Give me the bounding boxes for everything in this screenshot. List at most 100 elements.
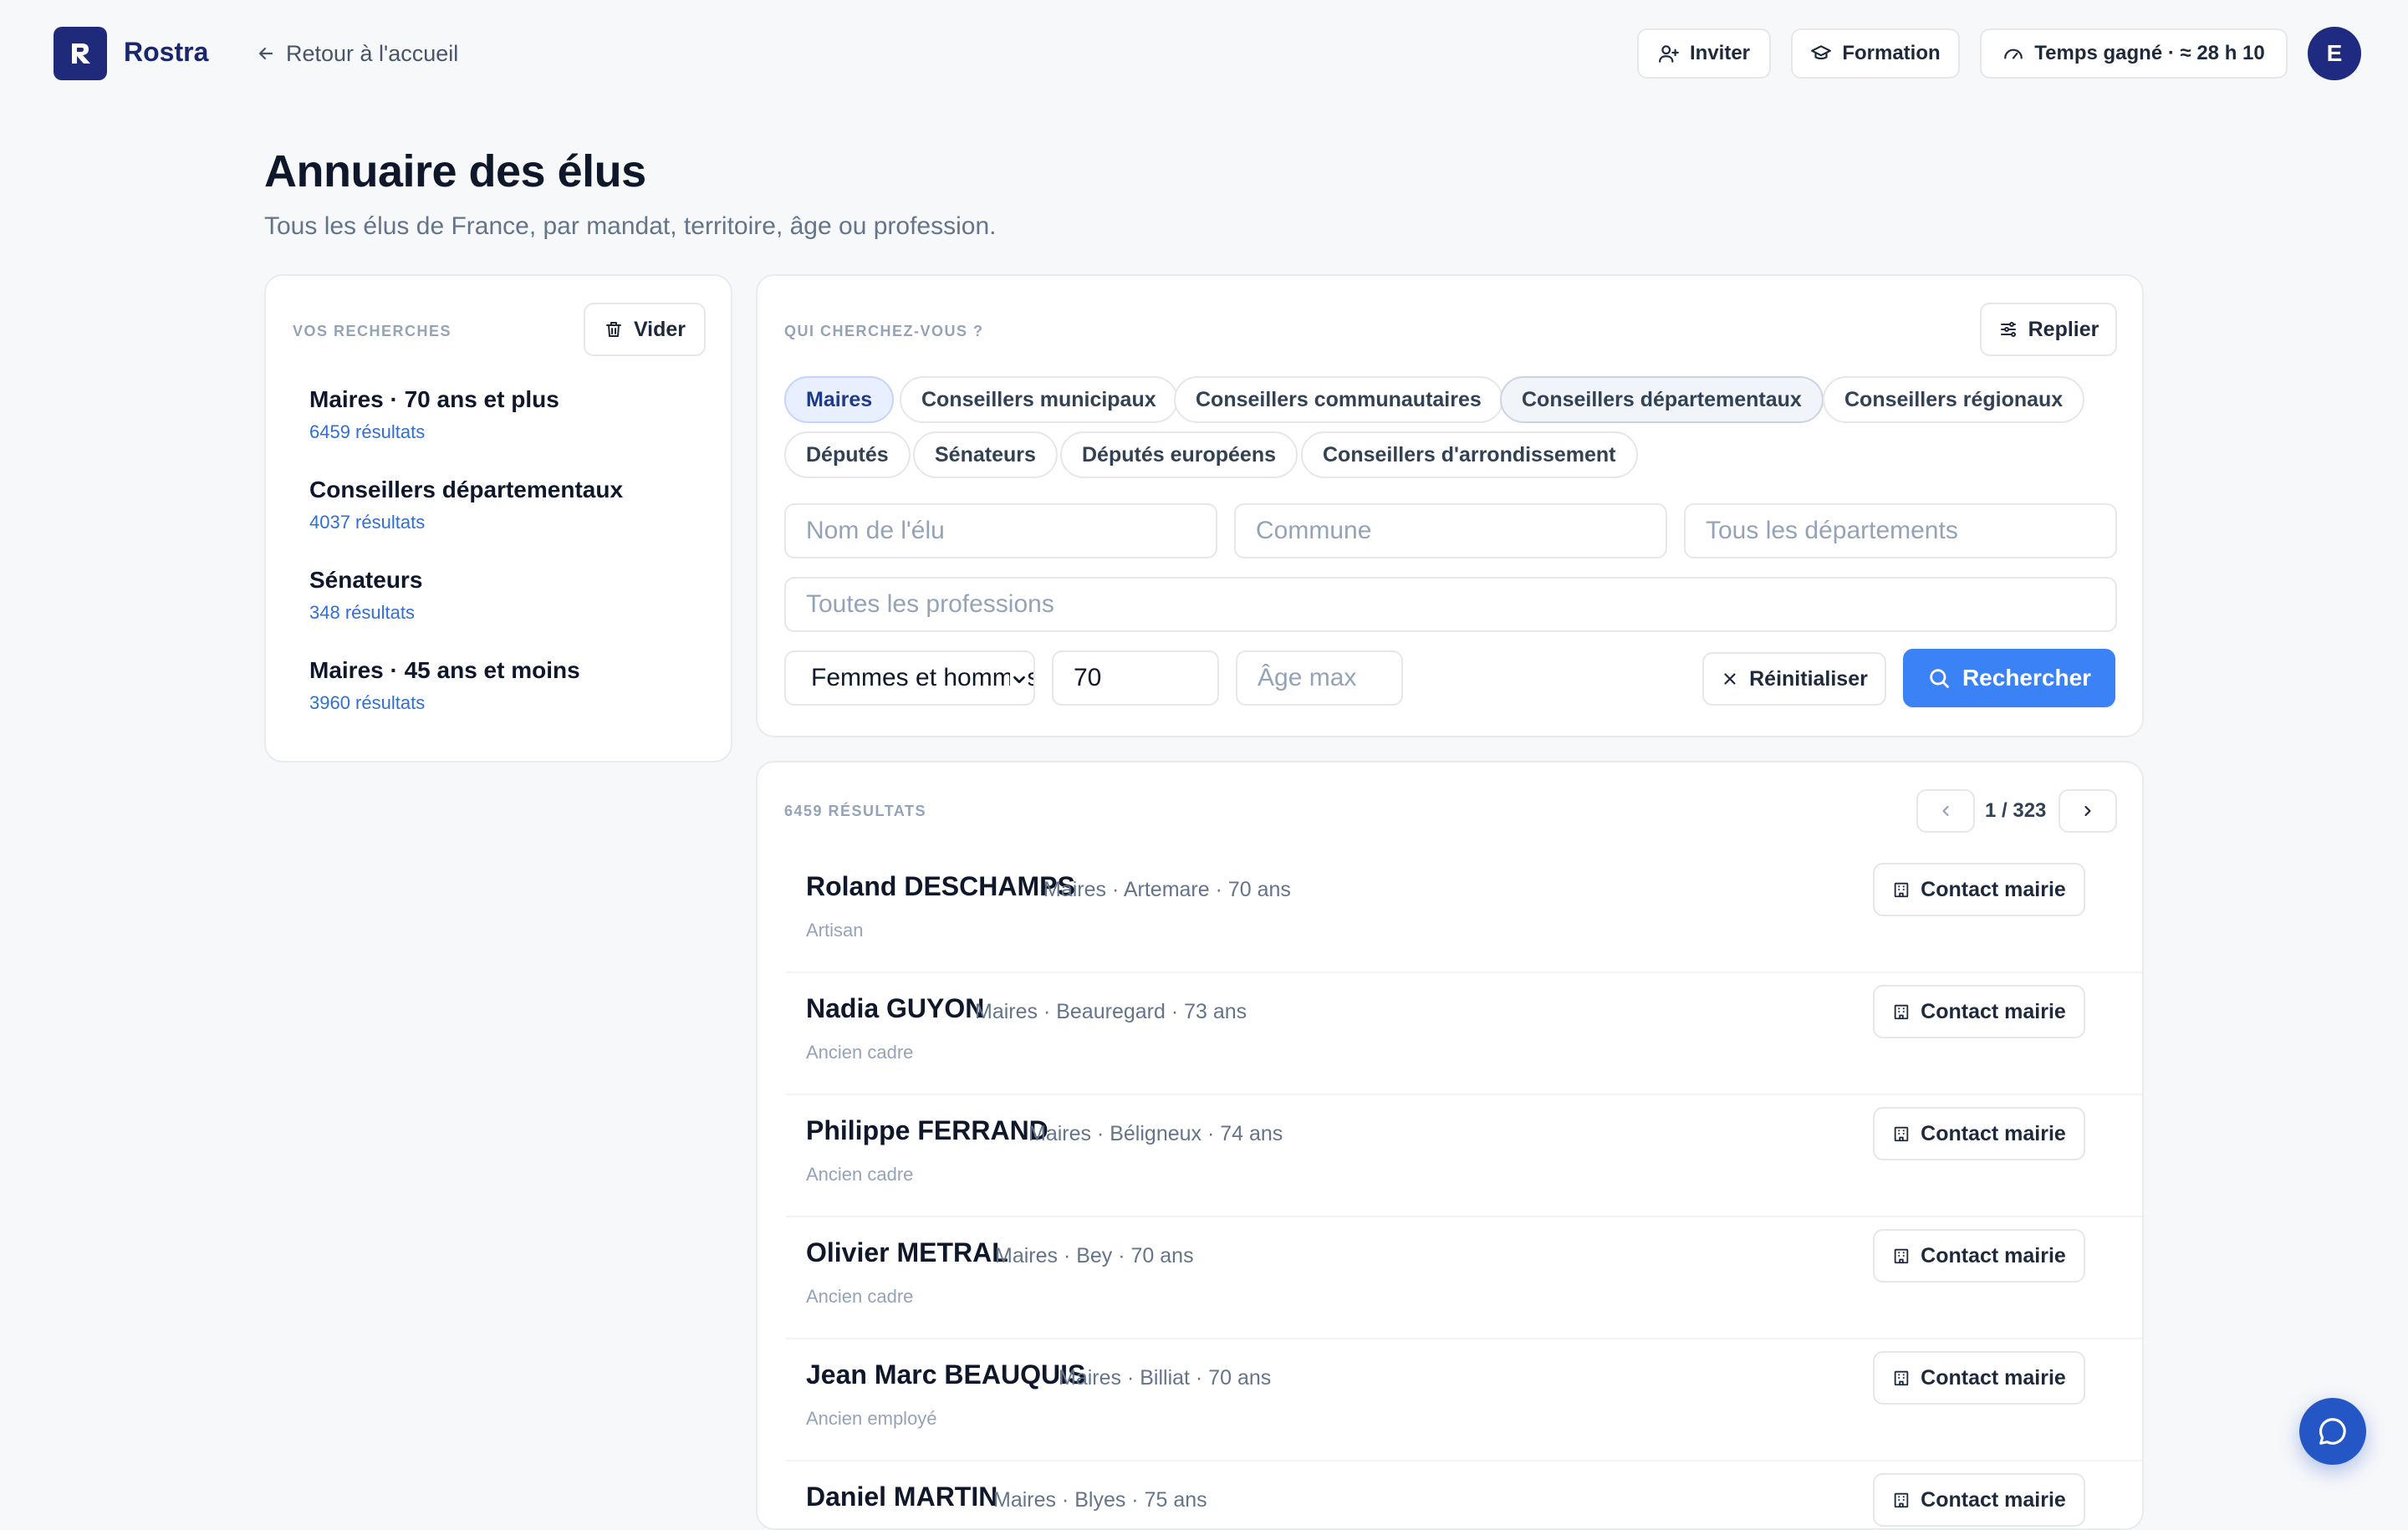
mandate-chip-deputes-europeens[interactable]: Députés européens — [1060, 431, 1298, 478]
department-input[interactable] — [1684, 503, 2117, 558]
mandate-chip-conseillers-regionaux[interactable]: Conseillers régionaux — [1823, 376, 2085, 423]
search-heading: QUI CHERCHEZ-VOUS ? — [784, 323, 984, 339]
mandate-chip-conseillers-arrondissement[interactable]: Conseillers d'arrondissement — [1301, 431, 1638, 478]
contact-label: Contact mairie — [1921, 1365, 2066, 1390]
elected-name[interactable]: Nadia GUYON — [806, 993, 984, 1024]
search-icon — [1930, 669, 1949, 688]
chat-button[interactable] — [2299, 1398, 2366, 1465]
next-page-button[interactable] — [2059, 789, 2117, 833]
chevron-right-icon — [2084, 805, 2091, 817]
elected-name[interactable]: Philippe FERRAND — [806, 1115, 1048, 1146]
elected-meta: Maires · Béligneux · 74 ans — [1028, 1122, 1283, 1145]
previous-page-button[interactable] — [1916, 789, 1975, 833]
result-row[interactable]: Olivier METRAL Maires · Bey · 70 ans Anc… — [786, 1217, 2142, 1339]
clear-searches-button[interactable]: Vider — [584, 303, 706, 356]
mandate-chip-deputes[interactable]: Députés — [784, 431, 911, 478]
elected-profession: Ancien cadre — [806, 1286, 914, 1307]
elected-profession: Ancien cadre — [806, 1164, 914, 1185]
saved-search-title: Maires · 45 ans et moins — [309, 657, 580, 683]
reset-button[interactable]: Réinitialiser — [1702, 652, 1886, 706]
contact-mairie-button[interactable]: Contact mairie — [1873, 863, 2085, 916]
saved-search-item[interactable]: Maires · 70 ans et plus 6459 résultats — [309, 386, 559, 443]
gauge-icon — [2004, 48, 2023, 59]
avatar[interactable]: E — [2308, 27, 2361, 80]
building-icon — [1894, 1370, 1909, 1386]
logo-icon[interactable] — [54, 27, 107, 80]
saved-search-item[interactable]: Conseillers départementaux 4037 résultat… — [309, 477, 623, 533]
contact-label: Contact mairie — [1921, 1121, 2066, 1145]
result-row[interactable]: Jean Marc BEAUQUIS Maires · Billiat · 70… — [786, 1339, 2142, 1461]
profession-input[interactable] — [784, 577, 2117, 632]
contact-mairie-button[interactable]: Contact mairie — [1873, 985, 2085, 1038]
mandate-chip-senateurs[interactable]: Sénateurs — [913, 431, 1058, 478]
elected-meta: Maires · Bey · 70 ans — [995, 1244, 1194, 1267]
elected-name[interactable]: Olivier METRAL — [806, 1237, 1008, 1268]
gender-select[interactable]: Femmes et hommes — [784, 650, 1035, 706]
saved-search-count: 4037 résultats — [309, 512, 426, 533]
building-icon — [1894, 1492, 1909, 1508]
building-icon — [1894, 1004, 1909, 1020]
results-panel: 6459 RÉSULTATS 1 / 323 Roland DESCHAMPS … — [756, 761, 2144, 1530]
search-label: Rechercher — [1962, 665, 2092, 691]
name-input[interactable] — [784, 503, 1217, 558]
saved-search-title: Conseillers départementaux — [309, 477, 624, 502]
elected-meta: Maires · Beauregard · 73 ans — [975, 1000, 1247, 1023]
elected-name[interactable]: Daniel MARTIN — [806, 1482, 997, 1512]
saved-search-count: 3960 résultats — [309, 692, 426, 713]
back-link-label: Retour à l'accueil — [286, 40, 459, 66]
page-subtitle: Tous les élus de France, par mandat, ter… — [264, 212, 997, 240]
elected-meta: Maires · Billiat · 70 ans — [1059, 1366, 1272, 1390]
result-row[interactable]: Nadia GUYON Maires · Beauregard · 73 ans… — [786, 973, 2142, 1095]
invite-label: Inviter — [1689, 42, 1751, 64]
mandate-chip-conseillers-municipaux[interactable]: Conseillers municipaux — [900, 376, 1178, 423]
page-title: Annuaire des élus — [264, 146, 646, 196]
results-count: 6459 RÉSULTATS — [784, 803, 927, 819]
elected-profession: Ancien cadre — [806, 1042, 914, 1063]
contact-mairie-button[interactable]: Contact mairie — [1873, 1107, 2085, 1160]
saved-search-count: 6459 résultats — [309, 421, 426, 442]
commune-input[interactable] — [1234, 503, 1667, 558]
contact-label: Contact mairie — [1921, 1243, 2066, 1267]
saved-search-item[interactable]: Maires · 45 ans et moins 3960 résultats — [309, 657, 580, 714]
search-button[interactable]: Rechercher — [1903, 649, 2115, 707]
collapse-label: Replier — [2028, 317, 2099, 341]
back-to-home-link[interactable]: Retour à l'accueil — [256, 37, 458, 70]
result-row[interactable]: Roland DESCHAMPS Maires · Artemare · 70 … — [786, 851, 2142, 973]
saved-search-count: 348 résultats — [309, 602, 415, 623]
saved-searches-heading: VOS RECHERCHES — [293, 323, 452, 339]
contact-label: Contact mairie — [1921, 877, 2066, 901]
graduation-cap-icon — [1811, 45, 1832, 60]
result-row[interactable]: Philippe FERRAND Maires · Béligneux · 74… — [786, 1095, 2142, 1217]
mandate-chip-conseillers-departementaux[interactable]: Conseillers départementaux — [1500, 376, 1824, 423]
chat-bubble-icon — [2319, 1418, 2346, 1445]
training-button[interactable]: Formation — [1791, 28, 1960, 79]
close-icon — [1724, 673, 1736, 685]
contact-mairie-button[interactable]: Contact mairie — [1873, 1473, 2085, 1527]
result-row[interactable]: Daniel MARTIN Maires · Blyes · 75 ans Co… — [786, 1461, 2142, 1528]
mandate-chip-maires[interactable]: Maires — [784, 376, 895, 423]
saved-search-title: Maires · 70 ans et plus — [309, 386, 559, 412]
training-label: Formation — [1842, 42, 1941, 64]
brand-name[interactable]: Rostra — [124, 37, 208, 68]
saved-search-item[interactable]: Sénateurs 348 résultats — [309, 567, 422, 624]
building-icon — [1894, 1126, 1909, 1142]
time-saved-button[interactable]: Temps gagné · ≈ 28 h 10 — [1980, 28, 2288, 79]
contact-mairie-button[interactable]: Contact mairie — [1873, 1351, 2085, 1405]
contact-label: Contact mairie — [1921, 999, 2066, 1023]
elected-meta: Maires · Artemare · 70 ans — [1043, 878, 1291, 901]
arrow-left-icon — [258, 47, 273, 60]
elected-name[interactable]: Roland DESCHAMPS — [806, 871, 1075, 902]
mandate-chip-conseillers-communautaires[interactable]: Conseillers communautaires — [1174, 376, 1503, 423]
saved-searches-panel: VOS RECHERCHES Vider Maires · 70 ans et … — [264, 274, 732, 762]
collapse-button[interactable]: Replier — [1980, 303, 2117, 356]
elected-name[interactable]: Jean Marc BEAUQUIS — [806, 1359, 1085, 1390]
trash-icon — [605, 322, 621, 337]
age-max-input[interactable] — [1236, 650, 1403, 706]
invite-button[interactable]: Inviter — [1637, 28, 1771, 79]
time-saved-label: Temps gagné · ≈ 28 h 10 — [2034, 42, 2265, 64]
elected-meta: Maires · Blyes · 75 ans — [993, 1488, 1207, 1512]
contact-mairie-button[interactable]: Contact mairie — [1873, 1229, 2085, 1283]
contact-label: Contact mairie — [1921, 1487, 2066, 1512]
age-min-input[interactable] — [1052, 650, 1219, 706]
chevron-down-icon — [1010, 671, 1028, 689]
